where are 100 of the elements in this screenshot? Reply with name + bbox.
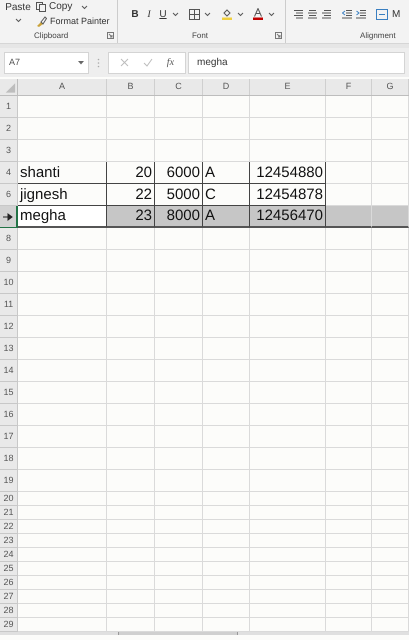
chevron-down-icon[interactable] (81, 4, 88, 10)
empty-cell[interactable] (372, 250, 409, 272)
empty-cell[interactable] (372, 118, 409, 140)
empty-cell[interactable] (326, 118, 372, 140)
copy-button[interactable]: Copy (49, 1, 72, 13)
empty-cell[interactable] (155, 426, 203, 448)
row-header[interactable]: 4 (0, 162, 18, 184)
dialog-launcher-icon[interactable] (107, 32, 114, 40)
empty-cell[interactable] (250, 590, 326, 604)
empty-cell[interactable] (326, 316, 372, 338)
borders-icon[interactable] (189, 8, 200, 20)
empty-cell[interactable] (372, 470, 409, 492)
table-cell[interactable]: 20 (107, 162, 155, 184)
empty-cell[interactable] (250, 576, 326, 590)
row-header[interactable]: 6 (0, 184, 18, 206)
row-header[interactable]: 1 (0, 96, 18, 118)
empty-cell[interactable] (326, 360, 372, 382)
empty-cell[interactable] (155, 294, 203, 316)
empty-cell[interactable] (107, 140, 155, 162)
empty-cell[interactable] (372, 534, 409, 548)
empty-cell[interactable] (372, 576, 409, 590)
row-header[interactable]: 15 (0, 382, 18, 404)
empty-cell[interactable] (372, 360, 409, 382)
empty-cell[interactable] (250, 470, 326, 492)
empty-cell[interactable] (203, 228, 250, 250)
empty-cell[interactable] (155, 448, 203, 470)
empty-cell[interactable] (203, 338, 250, 360)
empty-cell[interactable] (107, 118, 155, 140)
empty-cell[interactable] (372, 272, 409, 294)
empty-cell[interactable] (326, 506, 372, 520)
empty-cell[interactable] (203, 272, 250, 294)
empty-cell[interactable] (155, 338, 203, 360)
empty-cell[interactable] (107, 338, 155, 360)
empty-cell[interactable] (250, 604, 326, 618)
cancel-icon[interactable] (120, 58, 129, 67)
column-header[interactable]: A (18, 79, 107, 95)
column-header[interactable]: B (107, 79, 155, 95)
empty-cell[interactable] (372, 562, 409, 576)
bold-button[interactable]: B (130, 6, 140, 22)
empty-cell[interactable] (250, 534, 326, 548)
table-cell[interactable]: megha (18, 206, 107, 228)
chevron-down-icon[interactable] (268, 12, 275, 17)
empty-cell[interactable] (107, 404, 155, 426)
row-header[interactable]: 3 (0, 140, 18, 162)
empty-cell[interactable] (372, 338, 409, 360)
empty-cell[interactable] (326, 470, 372, 492)
enter-icon[interactable] (142, 58, 153, 67)
empty-cell[interactable] (203, 382, 250, 404)
empty-cell[interactable] (155, 272, 203, 294)
empty-cell[interactable] (203, 294, 250, 316)
sheet-tab[interactable] (118, 632, 238, 635)
empty-cell[interactable] (372, 448, 409, 470)
empty-cell[interactable] (372, 426, 409, 448)
empty-cell[interactable] (107, 426, 155, 448)
empty-cell[interactable] (107, 382, 155, 404)
empty-cell[interactable] (250, 272, 326, 294)
empty-cell[interactable] (155, 140, 203, 162)
align-left-icon[interactable] (294, 9, 304, 20)
font-color-icon[interactable] (252, 8, 264, 20)
empty-cell[interactable] (155, 382, 203, 404)
empty-cell[interactable] (250, 562, 326, 576)
row-header[interactable]: 16 (0, 404, 18, 426)
empty-cell[interactable] (250, 118, 326, 140)
empty-cell[interactable] (250, 96, 326, 118)
row-header[interactable]: 27 (0, 590, 18, 604)
empty-cell[interactable] (326, 426, 372, 448)
align-right-icon[interactable] (322, 9, 332, 20)
row-header[interactable]: 17 (0, 426, 18, 448)
empty-cell[interactable] (203, 548, 250, 562)
empty-cell[interactable] (372, 228, 409, 250)
empty-cell[interactable] (155, 316, 203, 338)
row-header[interactable]: 11 (0, 294, 18, 316)
empty-cell[interactable] (155, 576, 203, 590)
copy-icon[interactable] (36, 2, 46, 12)
empty-cell[interactable] (107, 534, 155, 548)
empty-cell[interactable] (372, 294, 409, 316)
empty-cell[interactable] (250, 250, 326, 272)
empty-cell[interactable] (372, 492, 409, 506)
table-cell[interactable]: 8000 (155, 206, 203, 228)
row-header[interactable]: 8 (0, 228, 18, 250)
empty-cell[interactable] (372, 404, 409, 426)
empty-cell[interactable] (107, 250, 155, 272)
row-header[interactable]: 12 (0, 316, 18, 338)
paste-button[interactable]: Paste (5, 2, 31, 14)
empty-cell[interactable] (326, 404, 372, 426)
row-header[interactable]: 19 (0, 470, 18, 492)
empty-cell[interactable] (203, 604, 250, 618)
table-cell[interactable]: A (203, 206, 250, 228)
empty-cell[interactable] (372, 520, 409, 534)
empty-cell[interactable] (372, 382, 409, 404)
empty-cell[interactable] (326, 382, 372, 404)
row-header[interactable]: 2 (0, 118, 18, 140)
empty-cell[interactable] (203, 562, 250, 576)
align-center-icon[interactable] (308, 9, 318, 20)
empty-cell[interactable] (203, 534, 250, 548)
empty-cell[interactable] (372, 96, 409, 118)
empty-cell[interactable] (203, 426, 250, 448)
chevron-down-icon[interactable] (14, 18, 22, 23)
empty-cell[interactable] (107, 576, 155, 590)
row-header[interactable]: 10 (0, 272, 18, 294)
